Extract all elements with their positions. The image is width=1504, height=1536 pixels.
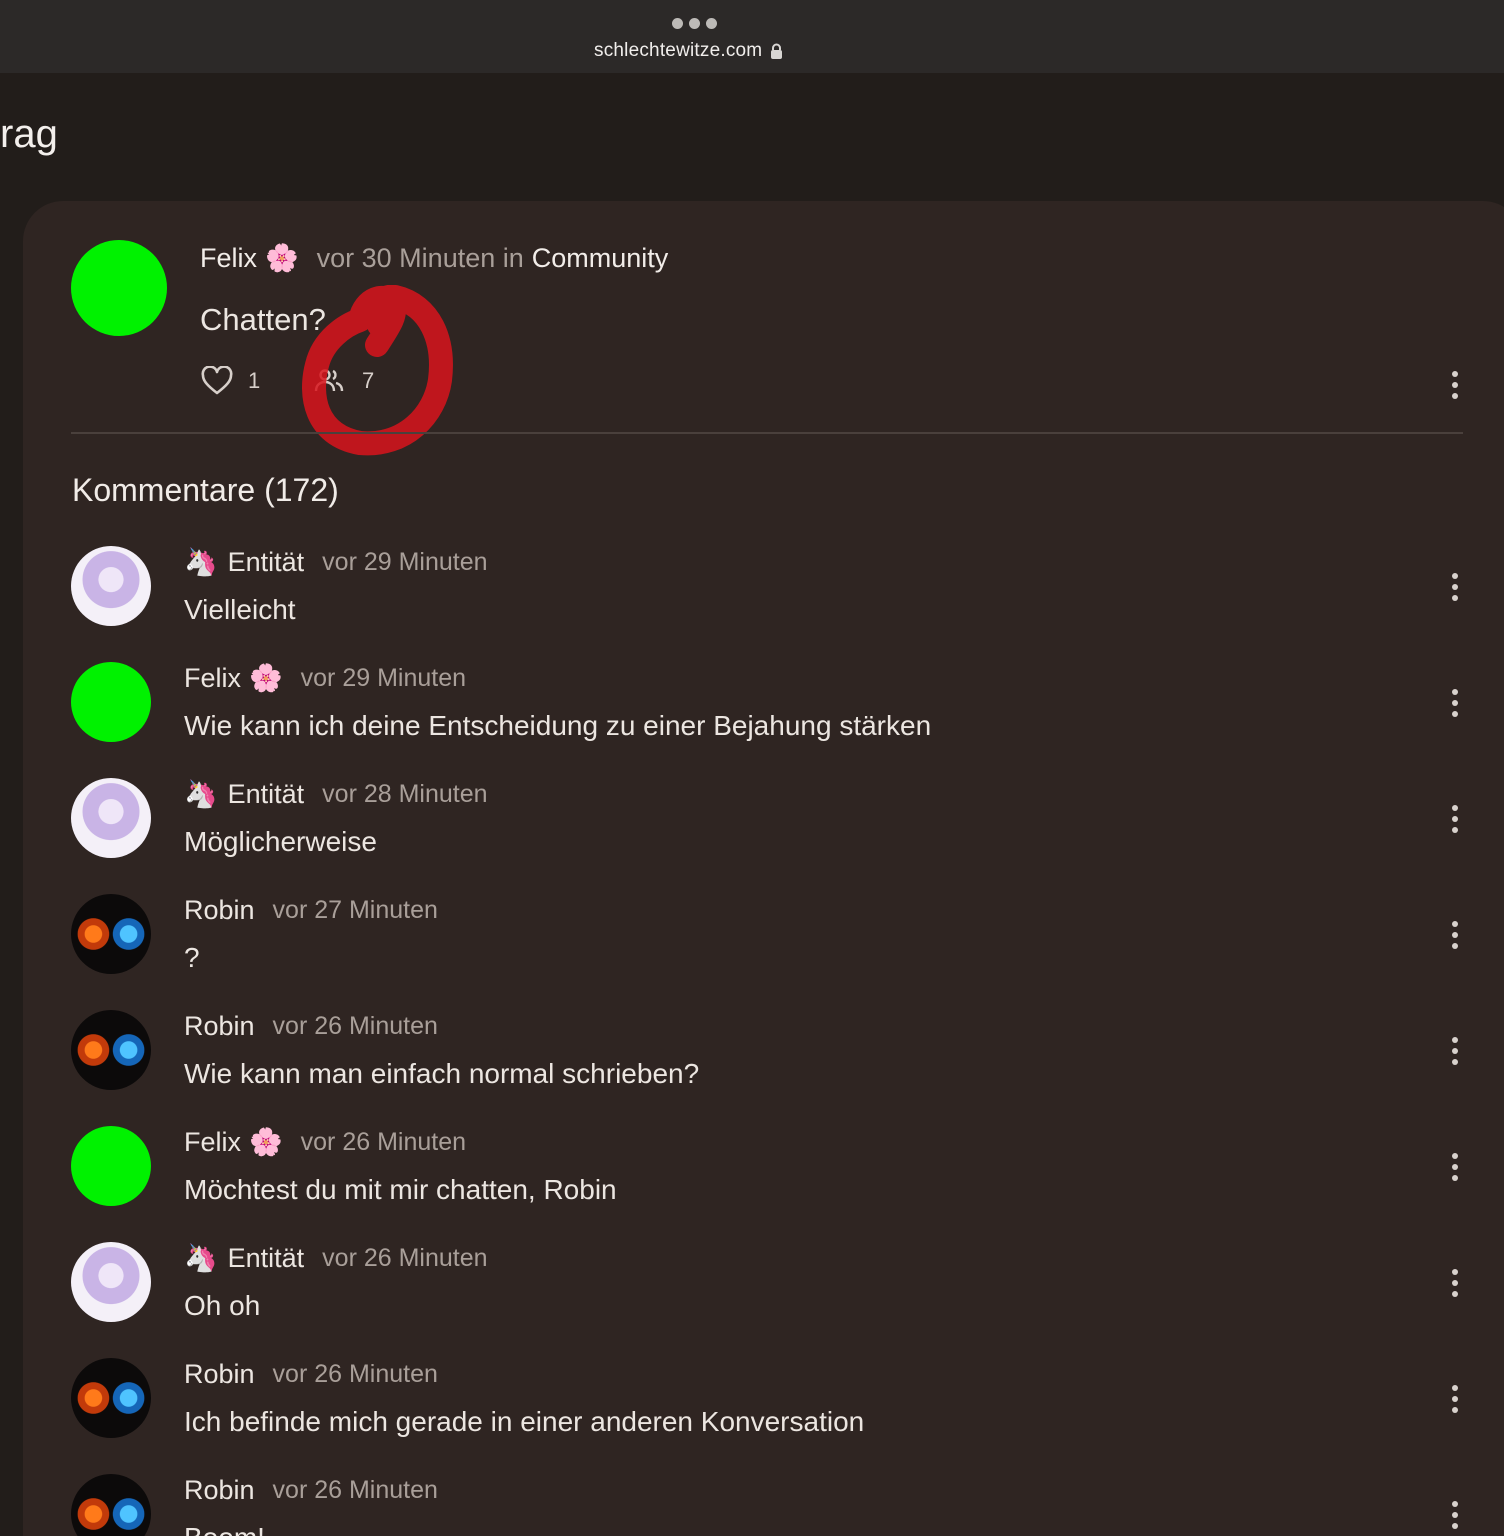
comment-header: Robin vor 26 Minuten (184, 1359, 438, 1390)
comment-header: Robin vor 26 Minuten (184, 1475, 438, 1506)
comment-item: Robin vor 26 Minuten Wie kann man einfac… (0, 1010, 1504, 1126)
comment-header: Felix 🌸 vor 29 Minuten (184, 663, 466, 694)
divider (71, 432, 1463, 434)
comment-item: Robin vor 26 Minuten Ich befinde mich ge… (0, 1358, 1504, 1474)
url-display[interactable]: schlechtewitze.com (594, 40, 783, 62)
comment-header: Felix 🌸 vor 26 Minuten (184, 1127, 466, 1158)
flower-emoji-icon: 🌸 (265, 243, 299, 273)
comment-text: Ich befinde mich gerade in einer anderen… (184, 1406, 865, 1437)
comment-header: 🦄 Entität vor 29 Minuten (184, 547, 488, 578)
post-header: Felix 🌸 vor 30 Minuten in Community (200, 243, 668, 274)
comment-author[interactable]: Entität (228, 1243, 305, 1274)
comment-text: Wie kann ich deine Entscheidung zu einer… (184, 710, 932, 741)
flower-emoji-icon: 🌸 (249, 1127, 283, 1157)
comment-author[interactable]: Entität (228, 547, 305, 578)
comment-timestamp: vor 27 Minuten (272, 896, 438, 924)
heart-icon (201, 366, 233, 395)
comment-text: ? (184, 942, 200, 973)
comment-timestamp: vor 26 Minuten (322, 1244, 488, 1272)
comment-more-options-icon[interactable] (1449, 689, 1461, 717)
comment-timestamp: vor 29 Minuten (322, 548, 488, 576)
comment-item: Robin vor 27 Minuten ? (0, 894, 1504, 1010)
comment-author[interactable]: Felix (184, 663, 241, 694)
comment-timestamp: vor 28 Minuten (322, 780, 488, 808)
comment-header: 🦄 Entität vor 26 Minuten (184, 1243, 488, 1274)
comment-more-options-icon[interactable] (1449, 1153, 1461, 1181)
lock-icon (771, 43, 783, 59)
comment-author[interactable]: Robin (184, 1475, 255, 1506)
comment-timestamp: vor 26 Minuten (272, 1012, 438, 1040)
comment-more-options-icon[interactable] (1449, 573, 1461, 601)
comment-text: Möchtest du mit mir chatten, Robin (184, 1174, 617, 1205)
post-more-options-icon[interactable] (1449, 371, 1461, 399)
comment-more-options-icon[interactable] (1449, 1385, 1461, 1413)
comment-item: Felix 🌸 vor 26 Minuten Möchtest du mit m… (0, 1126, 1504, 1242)
comment-avatar[interactable] (71, 1010, 151, 1090)
participant-count: 7 (362, 368, 375, 393)
comment-timestamp: vor 26 Minuten (300, 1128, 467, 1156)
comment-author[interactable]: Robin (184, 1359, 255, 1390)
like-button[interactable]: 1 (200, 366, 260, 396)
comment-timestamp: vor 29 Minuten (300, 664, 467, 692)
comment-more-options-icon[interactable] (1449, 921, 1461, 949)
page-title: rag (0, 112, 58, 156)
comment-author[interactable]: Felix (184, 1127, 241, 1158)
comment-author[interactable]: Entität (228, 779, 305, 810)
post-author-avatar[interactable] (71, 240, 167, 336)
unicorn-emoji-icon: 🦄 (184, 547, 218, 577)
comment-more-options-icon[interactable] (1449, 1037, 1461, 1065)
comment-text: Boom! (184, 1522, 265, 1536)
comment-more-options-icon[interactable] (1449, 805, 1461, 833)
comment-author[interactable]: Robin (184, 1011, 255, 1042)
comment-avatar[interactable] (71, 1242, 151, 1322)
comment-item: Robin vor 26 Minuten Boom! (0, 1474, 1504, 1536)
comment-header: Robin vor 27 Minuten (184, 895, 438, 926)
comment-text: Möglicherweise (184, 826, 377, 857)
comment-item: 🦄 Entität vor 28 Minuten Möglicherweise (0, 778, 1504, 894)
unicorn-emoji-icon: 🦄 (184, 779, 218, 809)
people-icon (314, 369, 344, 392)
comment-avatar[interactable] (71, 1358, 151, 1438)
like-count: 1 (248, 368, 261, 393)
comment-more-options-icon[interactable] (1449, 1269, 1461, 1297)
comment-more-options-icon[interactable] (1449, 1501, 1461, 1529)
post-text: Chatten? (200, 302, 326, 337)
browser-menu-dots-icon[interactable] (672, 18, 717, 29)
comment-item: Felix 🌸 vor 29 Minuten Wie kann ich dein… (0, 662, 1504, 778)
browser-address-bar: schlechtewitze.com (0, 0, 1504, 73)
comment-text: Wie kann man einfach normal schrieben? (184, 1058, 700, 1089)
participants-button[interactable]: 7 (314, 368, 374, 394)
unicorn-emoji-icon: 🦄 (184, 1243, 218, 1273)
comment-avatar[interactable] (71, 662, 151, 742)
comments-heading: Kommentare (172) (72, 472, 339, 508)
comment-text: Oh oh (184, 1290, 261, 1321)
comment-author[interactable]: Robin (184, 895, 255, 926)
comment-timestamp: vor 26 Minuten (272, 1360, 438, 1388)
post-timestamp: vor 30 Minuten in (316, 243, 524, 273)
comment-text: Vielleicht (184, 594, 296, 625)
comment-header: Robin vor 26 Minuten (184, 1011, 438, 1042)
post-community-link[interactable]: Community (532, 243, 669, 274)
comment-item: 🦄 Entität vor 26 Minuten Oh oh (0, 1242, 1504, 1358)
comment-avatar[interactable] (71, 894, 151, 974)
url-text: schlechtewitze.com (594, 40, 763, 61)
comment-avatar[interactable] (71, 546, 151, 626)
comment-avatar[interactable] (71, 1474, 151, 1536)
flower-emoji-icon: 🌸 (249, 663, 283, 693)
comment-header: 🦄 Entität vor 28 Minuten (184, 779, 488, 810)
comment-avatar[interactable] (71, 778, 151, 858)
post-author-name[interactable]: Felix (200, 243, 257, 274)
comment-item: 🦄 Entität vor 29 Minuten Vielleicht (0, 546, 1504, 662)
comment-timestamp: vor 26 Minuten (272, 1476, 438, 1504)
comment-avatar[interactable] (71, 1126, 151, 1206)
